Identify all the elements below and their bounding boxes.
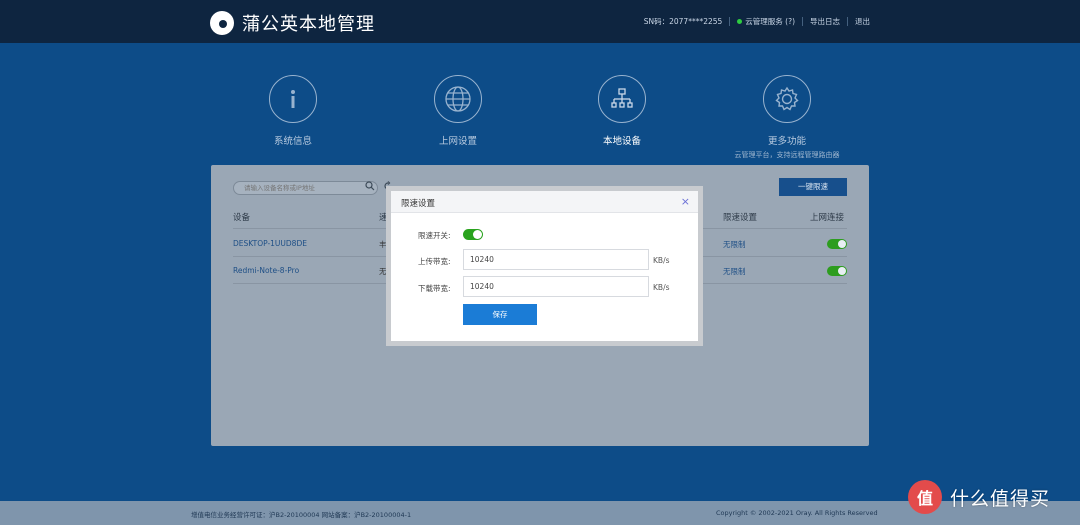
download-unit: KB/s	[653, 283, 670, 292]
copyright-text: Copyright © 2002-2021 Oray. All Rights R…	[716, 509, 878, 517]
nav-label: 本地设备	[602, 136, 641, 147]
watermark: 值 什么值得买	[908, 480, 1050, 514]
globe-icon	[434, 75, 482, 123]
watermark-text: 什么值得买	[950, 487, 1051, 510]
column-header-online: 上网连接	[810, 213, 845, 223]
nav-label: 更多功能	[767, 136, 806, 147]
search-box[interactable]	[233, 181, 378, 195]
column-header-device: 设备	[233, 213, 251, 223]
top-header: 蒲公英本地管理 SN码：2077****2255 云管理服务 (?) 导出日志 …	[0, 0, 1080, 43]
network-tree-icon	[598, 75, 646, 123]
cloud-status-link[interactable]: 云管理服务 (?)	[737, 16, 795, 27]
download-label: 下载带宽:	[418, 284, 451, 293]
info-icon	[269, 75, 317, 123]
sn-code: SN码：2077****2255	[643, 17, 723, 26]
divider	[802, 17, 803, 26]
nav-item-more-features[interactable]: 更多功能 云管理平台，支持远程管理路由器	[722, 75, 852, 160]
upload-unit: KB/s	[653, 256, 670, 265]
watermark-badge-icon: 值	[908, 480, 942, 514]
export-log-link[interactable]: 导出日志	[810, 16, 840, 27]
switch-label: 限速开关:	[418, 231, 451, 240]
column-header-limit: 限速设置	[723, 213, 758, 223]
logout-link[interactable]: 退出	[855, 16, 870, 27]
divider	[847, 17, 848, 26]
download-bandwidth-input[interactable]	[463, 276, 649, 297]
status-dot-icon	[737, 19, 743, 24]
nav-item-local-devices[interactable]: 本地设备	[557, 75, 687, 147]
device-name-link[interactable]: DESKTOP-1UUD8DE	[233, 239, 307, 248]
online-toggle[interactable]	[827, 266, 847, 276]
save-button[interactable]: 保存	[463, 304, 537, 325]
upload-label: 上传带宽:	[418, 257, 451, 266]
gear-icon	[763, 75, 811, 123]
limit-setting-link[interactable]: 无限制	[723, 239, 746, 250]
cloud-status-label: 云管理服务 (?)	[745, 17, 795, 26]
main-nav: 系统信息 上网设置 本地设备 更多功能 云管理平台，支持远程管理路由器	[0, 75, 1080, 165]
search-input[interactable]	[234, 182, 354, 194]
nav-sublabel: 云管理平台，支持远程管理路由器	[734, 151, 840, 159]
close-icon[interactable]: ×	[681, 195, 690, 208]
divider	[729, 17, 731, 26]
nav-item-internet-settings[interactable]: 上网设置	[393, 75, 523, 147]
device-name-link[interactable]: Redmi-Note-8-Pro	[233, 266, 299, 275]
logo: 蒲公英本地管理	[210, 10, 375, 36]
nav-label: 上网设置	[438, 136, 477, 147]
one-key-limit-button[interactable]: 一键限速	[779, 178, 847, 196]
top-links: SN码：2077****2255 云管理服务 (?) 导出日志 退出	[644, 16, 870, 27]
app-title: 蒲公英本地管理	[242, 14, 375, 35]
online-toggle[interactable]	[827, 239, 847, 249]
search-icon[interactable]	[365, 181, 375, 193]
modal-title: 限速设置	[401, 199, 436, 209]
limit-switch-toggle[interactable]	[463, 229, 483, 240]
nav-item-system-info[interactable]: 系统信息	[228, 75, 358, 147]
speed-limit-modal: 限速设置 × 限速开关: 上传带宽: KB/s 下载带宽: KB/s 保存	[391, 191, 698, 341]
limit-setting-link[interactable]: 无限制	[723, 266, 746, 277]
license-text: 增值电信业务经营许可证：沪B2-20100004 网站备案：沪B2-201000…	[191, 511, 412, 519]
upload-bandwidth-input[interactable]	[463, 249, 649, 270]
nav-label: 系统信息	[273, 136, 312, 147]
modal-header: 限速设置 ×	[391, 191, 698, 213]
logo-icon	[210, 11, 234, 35]
